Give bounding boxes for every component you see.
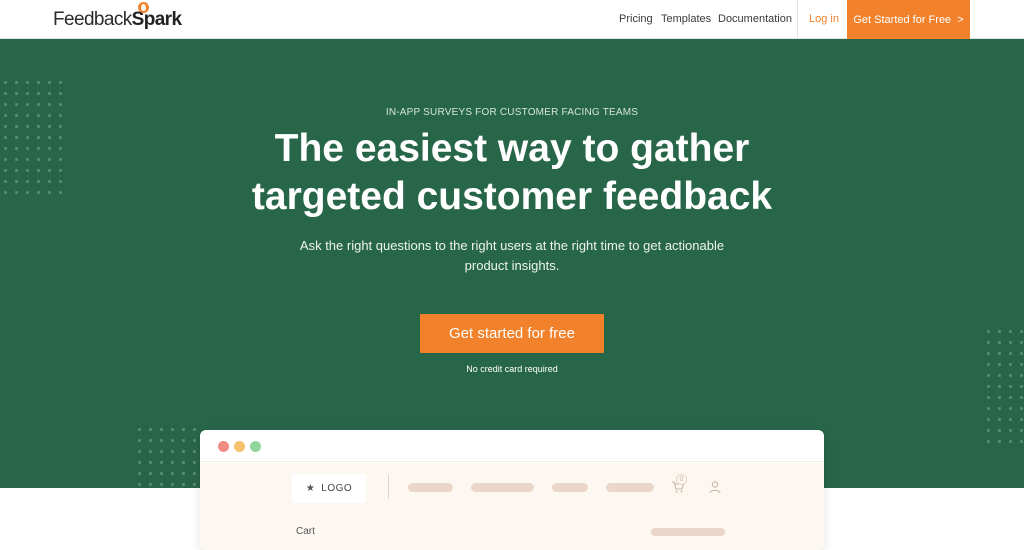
user-icon [709,481,721,494]
cart-count-badge: 0 [676,474,687,485]
feedbackspark-logo[interactable]: Feedback Spark [53,2,182,31]
mock-window-titlebar [200,430,824,462]
mock-nav-placeholder [471,483,534,492]
chevron-right-icon: > [957,13,964,26]
star-icon: ★ [305,483,316,494]
hero-subtitle: Ask the right questions to the right use… [0,236,1024,276]
hero-headline-line1: The easiest way to gather [274,127,750,170]
get-started-top-button[interactable]: Get Started for Free > [847,0,970,39]
nav-documentation-link[interactable]: Documentation [718,13,792,25]
app-preview-mockup: ★ LOGO 0 Cart [200,430,824,550]
top-navbar: Feedback Spark Pricing Templates Documen… [0,0,1024,39]
window-maximize-dot-icon [250,441,261,452]
nav-pricing-link[interactable]: Pricing [619,13,653,25]
dot-pattern-decoration [134,424,200,488]
mock-site-navbar: ★ LOGO 0 Cart [200,463,824,550]
mock-nav-placeholder [552,483,588,492]
logo-text-spark-label: Spark [131,9,182,30]
logo-text-feedback: Feedback [53,9,132,30]
get-started-hero-label: Get started for free [449,325,575,342]
mock-nav-placeholder [606,483,654,492]
mock-cart-label: Cart [296,526,315,537]
hero-headline: The easiest way to gather targeted custo… [0,125,1024,221]
spark-flame-icon [137,2,149,13]
mock-cart-placeholder [651,528,725,536]
get-started-hero-button[interactable]: Get started for free [420,314,604,353]
hero-eyebrow: IN-APP SURVEYS FOR CUSTOMER FACING TEAMS [385,107,639,118]
hero-subtitle-line1: Ask the right questions to the right use… [299,238,725,253]
hero-subtitle-line2: product insights. [464,258,560,273]
window-close-dot-icon [218,441,229,452]
mock-nav-divider [388,475,389,499]
nav-divider [797,0,798,39]
mock-nav-placeholder [408,483,453,492]
get-started-top-label: Get Started for Free [853,13,952,26]
dot-pattern-decoration [983,326,1024,448]
window-minimize-dot-icon [234,441,245,452]
mock-logo-label: LOGO [321,483,353,494]
hero-headline-line2: targeted customer feedback [251,175,773,218]
login-link[interactable]: Log in [809,13,839,25]
no-credit-card-note: No credit card required [466,364,558,374]
mock-logo-box: ★ LOGO [292,474,366,503]
hero-section: IN-APP SURVEYS FOR CUSTOMER FACING TEAMS… [0,39,1024,488]
logo-text-spark: Spark [131,2,182,31]
nav-templates-link[interactable]: Templates [661,13,711,25]
